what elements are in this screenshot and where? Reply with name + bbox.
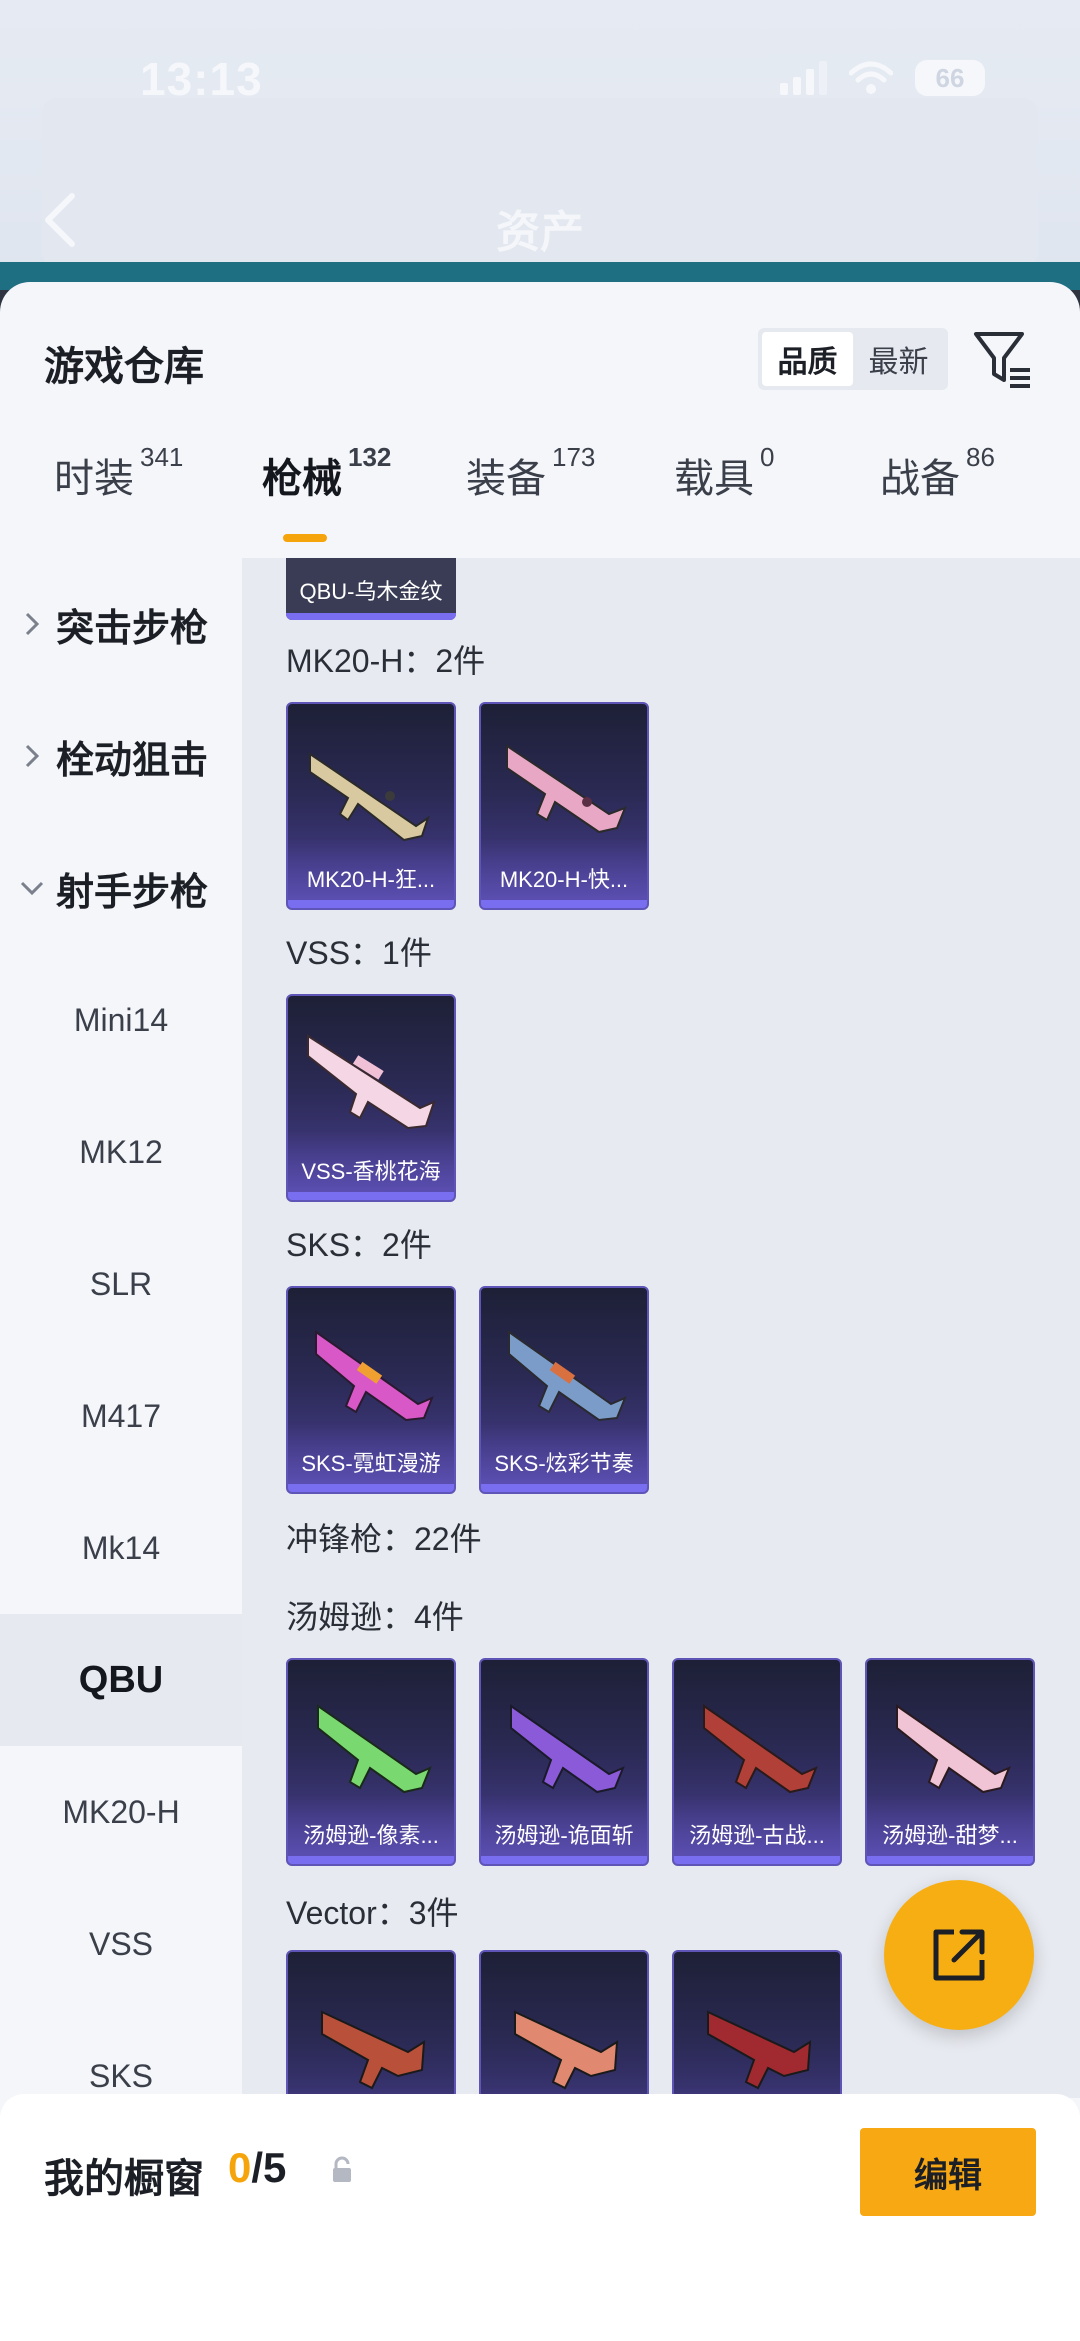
weapon-card-name: 汤姆逊-像素...: [303, 1823, 439, 1848]
sidebar-group-bolt-sniper[interactable]: 栓动狙击: [0, 690, 242, 822]
sort-quality-button[interactable]: 品质: [762, 332, 853, 386]
rifle-icon: [506, 744, 627, 834]
card-rarity-bar: [481, 1856, 647, 1864]
smg-icon: [321, 2010, 426, 2090]
rifle-icon: [307, 1034, 436, 1130]
sidebar-item-qbu[interactable]: QBU: [0, 1614, 242, 1746]
warehouse-sheet: 游戏仓库 品质 最新 时装 341 枪械 132 装备 173 载具 0 战备 86 突击…: [0, 282, 1080, 2341]
battery-indicator: 66: [915, 60, 985, 96]
rifle-icon: [309, 752, 430, 842]
card-rarity-bar: [481, 900, 647, 908]
sidebar-group-marksman-rifle[interactable]: 射手步枪: [0, 822, 242, 954]
rifle-icon: [315, 1330, 434, 1422]
sidebar-item-m417[interactable]: M417: [0, 1350, 242, 1482]
weapon-card-name: 汤姆逊-诡面斩: [494, 1823, 634, 1848]
weapon-card[interactable]: SKS-霓虹漫游: [286, 1286, 456, 1494]
weapon-card[interactable]: QBU-乌木金纹: [286, 558, 456, 620]
weapon-card-name: VSS-香桃花海: [301, 1159, 441, 1184]
section-label: MK20-H：2件: [286, 643, 486, 679]
section-label: VSS：1件: [286, 935, 432, 971]
chevron-down-icon: [20, 881, 44, 895]
card-rarity-bar: [288, 900, 454, 908]
warehouse-title: 游戏仓库: [44, 345, 204, 389]
showcase-count: 0/5: [228, 2144, 286, 2192]
weapon-card[interactable]: MK20-H-快...: [479, 702, 649, 910]
card-rarity-bar: [288, 1484, 454, 1492]
active-tab-indicator: [283, 534, 327, 542]
weapon-card-name: QBU-乌木金纹: [299, 579, 443, 604]
weapon-card-name: SKS-霓虹漫游: [301, 1451, 441, 1476]
sidebar-group-assault-rifle[interactable]: 突击步枪: [0, 558, 242, 690]
tab-equipment[interactable]: 装备 173: [466, 442, 595, 504]
filter-icon[interactable]: [972, 328, 1034, 390]
smg-icon: [707, 2010, 812, 2090]
sidebar-item-vss[interactable]: VSS: [0, 1878, 242, 2010]
weapon-card[interactable]: 汤姆逊-甜梦...: [865, 1658, 1035, 1866]
weapon-card-name: MK20-H-快...: [499, 867, 629, 892]
sort-toggle: 品质 最新: [758, 328, 948, 390]
section-label: 汤姆逊：4件: [286, 1599, 464, 1635]
rifle-icon: [508, 1330, 627, 1422]
chevron-right-icon: [20, 744, 44, 768]
edit-button[interactable]: 编辑: [860, 2128, 1036, 2216]
showcase-footer: 我的橱窗 0/5 编辑: [0, 2094, 1080, 2341]
card-rarity-bar: [674, 1856, 840, 1864]
signal-icon: [780, 61, 827, 95]
sidebar-item-mk14[interactable]: Mk14: [0, 1482, 242, 1614]
card-rarity-bar: [288, 1856, 454, 1864]
page-title: 资产: [496, 208, 584, 257]
weapon-card[interactable]: VSS-香桃花海: [286, 994, 456, 1202]
category-tabs: 时装 341 枪械 132 装备 173 载具 0 战备 86: [0, 432, 1080, 532]
sort-newest-button[interactable]: 最新: [853, 332, 944, 386]
share-icon: [933, 1929, 985, 1981]
smg-icon: [317, 1704, 432, 1794]
tab-outfits[interactable]: 时装 341: [54, 442, 183, 504]
weapon-card-name: MK20-H-狂...: [306, 867, 436, 892]
section-label: SKS：2件: [286, 1227, 432, 1263]
weapon-card[interactable]: [672, 1950, 842, 2098]
weapon-card[interactable]: SKS-炫彩节奏: [479, 1286, 649, 1494]
smg-icon: [510, 1704, 625, 1794]
weapon-card[interactable]: 汤姆逊-像素...: [286, 1658, 456, 1866]
lock-icon: [333, 2156, 351, 2182]
weapon-card[interactable]: 汤姆逊-诡面斩: [479, 1658, 649, 1866]
weapon-card[interactable]: [479, 1950, 649, 2098]
background-header: 13:13 66 资产: [0, 0, 1080, 290]
sidebar-item-mk20h[interactable]: MK20-H: [0, 1746, 242, 1878]
tab-weapons[interactable]: 枪械 132: [262, 442, 391, 504]
card-rarity-bar: [481, 1484, 647, 1492]
status-time: 13:13: [140, 53, 263, 105]
card-rarity-bar: [867, 1856, 1033, 1864]
weapon-card-name: SKS-炫彩节奏: [494, 1451, 634, 1476]
section-label: 冲锋枪：22件: [286, 1521, 482, 1557]
sidebar-item-mk12[interactable]: MK12: [0, 1086, 242, 1218]
smg-icon: [703, 1704, 818, 1794]
tab-battle-supplies[interactable]: 战备 86: [880, 442, 995, 504]
weapon-card-name: 汤姆逊-甜梦...: [882, 1823, 1018, 1848]
weapon-card[interactable]: MK20-H-狂...: [286, 702, 456, 910]
showcase-title: 我的橱窗: [44, 2157, 204, 2201]
sidebar-item-mini14[interactable]: Mini14: [0, 954, 242, 1086]
showcase-used: 0: [228, 2144, 252, 2191]
card-rarity-bar: [288, 1192, 454, 1200]
weapon-grid: QBU-乌木金纹 MK20-H：2件 MK20-H-狂... MK20-H-快.…: [242, 558, 1080, 2098]
smg-icon: [896, 1704, 1011, 1794]
chevron-right-icon: [20, 612, 44, 636]
weapon-card[interactable]: 汤姆逊-古战...: [672, 1658, 842, 1866]
smg-icon: [514, 2010, 619, 2090]
section-label: Vector：3件: [286, 1895, 459, 1931]
wifi-icon: [849, 61, 893, 94]
weapon-type-sidebar: 突击步枪 栓动狙击 射手步枪 Mini14 MK12 SLR M417 Mk14…: [0, 558, 242, 2094]
status-icons: 66: [780, 60, 985, 96]
share-button[interactable]: [884, 1880, 1034, 2030]
showcase-total: /5: [251, 2144, 287, 2191]
card-rarity-bar: [286, 613, 456, 620]
weapon-card[interactable]: [286, 1950, 456, 2098]
weapon-card-name: 汤姆逊-古战...: [689, 1823, 825, 1848]
tab-vehicles[interactable]: 载具 0: [674, 442, 774, 504]
sidebar-item-slr[interactable]: SLR: [0, 1218, 242, 1350]
